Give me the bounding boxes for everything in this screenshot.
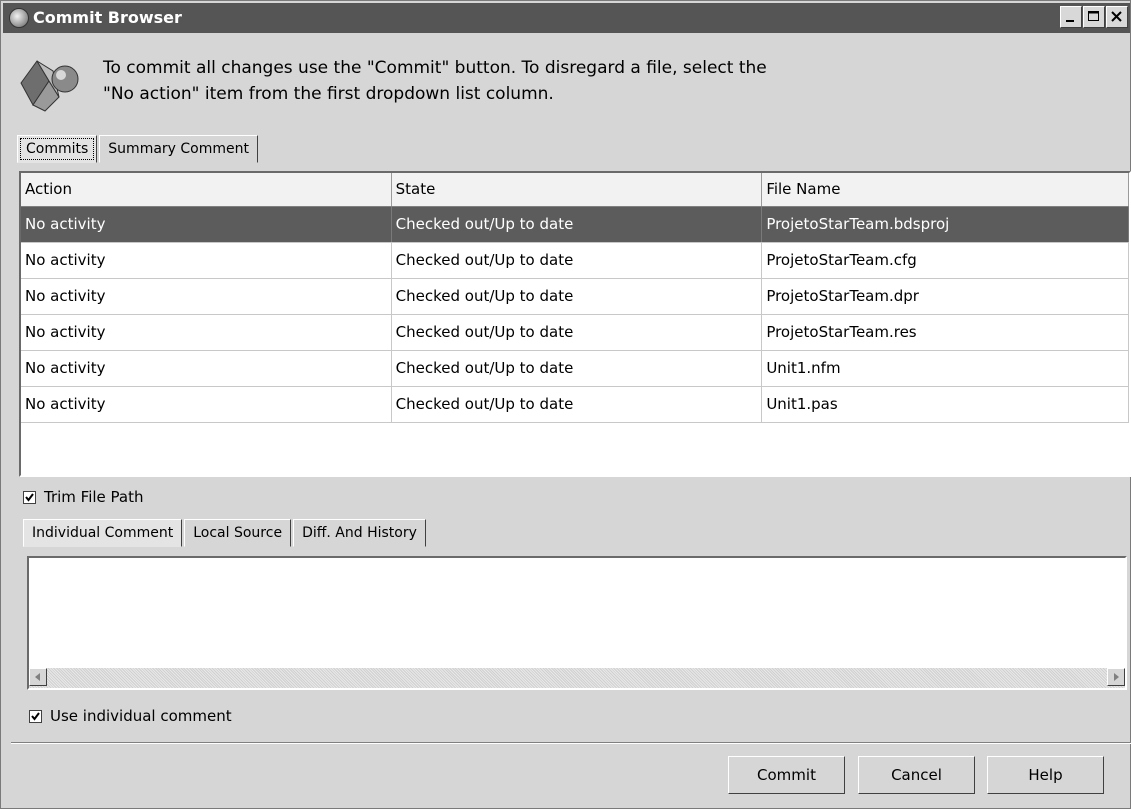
- use-individual-comment-label: Use individual comment: [50, 707, 232, 725]
- top-tab-bar: Commits Summary Comment: [17, 135, 260, 163]
- table-row[interactable]: No activity Checked out/Up to date Proje…: [21, 315, 1129, 351]
- divider: [11, 742, 1131, 744]
- row-state: Checked out/Up to date: [392, 315, 763, 350]
- maximize-icon: [1088, 11, 1099, 21]
- table-row[interactable]: No activity Checked out/Up to date Unit1…: [21, 351, 1129, 387]
- row-file-name: ProjetoStarTeam.dpr: [762, 279, 1129, 314]
- row-action[interactable]: No activity: [21, 315, 392, 350]
- row-file-name: Unit1.nfm: [762, 351, 1129, 386]
- row-state: Checked out/Up to date: [392, 351, 763, 386]
- table-row[interactable]: No activity Checked out/Up to date Proje…: [21, 207, 1129, 243]
- row-state: Checked out/Up to date: [392, 207, 763, 242]
- row-state: Checked out/Up to date: [392, 279, 763, 314]
- scroll-left-button[interactable]: [29, 668, 47, 686]
- column-header-action[interactable]: Action: [21, 173, 392, 206]
- table-row[interactable]: No activity Checked out/Up to date Proje…: [21, 243, 1129, 279]
- checkmark-icon: [31, 711, 40, 721]
- row-file-name: ProjetoStarTeam.res: [762, 315, 1129, 350]
- close-icon: [1111, 11, 1122, 22]
- tab-individual-comment[interactable]: Individual Comment: [23, 519, 183, 547]
- arrow-right-icon: [1114, 673, 1119, 681]
- close-button[interactable]: [1106, 6, 1128, 28]
- app-icon: [9, 8, 29, 28]
- maximize-button[interactable]: [1083, 6, 1105, 28]
- row-action[interactable]: No activity: [21, 243, 392, 278]
- row-action[interactable]: No activity: [21, 351, 392, 386]
- tab-local-source-label: Local Source: [193, 525, 283, 541]
- commit-button[interactable]: Commit: [728, 756, 845, 794]
- instruction-text: To commit all changes use the "Commit" b…: [103, 55, 1003, 107]
- tab-commits-label: Commits: [26, 141, 89, 157]
- column-header-state[interactable]: State: [392, 173, 763, 206]
- title-bar[interactable]: Commit Browser: [3, 3, 1130, 33]
- trim-file-path-box[interactable]: [23, 490, 36, 504]
- row-state: Checked out/Up to date: [392, 243, 763, 278]
- commit-browser-window: Commit Browser To commit all changes use…: [0, 0, 1131, 809]
- row-action[interactable]: No activity: [21, 387, 392, 422]
- bottom-tab-bar: Individual Comment Local Source Diff. An…: [23, 519, 428, 547]
- tab-diff-and-history[interactable]: Diff. And History: [293, 519, 426, 547]
- scroll-right-button[interactable]: [1107, 668, 1125, 686]
- tab-diff-and-history-label: Diff. And History: [302, 525, 417, 541]
- row-action[interactable]: No activity: [21, 279, 392, 314]
- row-file-name: Unit1.pas: [762, 387, 1129, 422]
- row-action[interactable]: No activity: [21, 207, 392, 242]
- tab-local-source[interactable]: Local Source: [184, 519, 292, 547]
- grid-header: Action State File Name: [21, 173, 1129, 207]
- horizontal-scrollbar[interactable]: [29, 668, 1125, 688]
- instruction-line-1: To commit all changes use the "Commit" b…: [103, 58, 767, 78]
- window-title: Commit Browser: [33, 8, 182, 27]
- row-file-name: ProjetoStarTeam.cfg: [762, 243, 1129, 278]
- tab-summary-comment-label: Summary Comment: [108, 141, 249, 157]
- tab-commits[interactable]: Commits: [17, 135, 98, 163]
- minimize-button[interactable]: [1060, 6, 1082, 28]
- instruction-line-2: "No action" item from the first dropdown…: [103, 84, 554, 104]
- minimize-icon: [1066, 20, 1074, 22]
- use-individual-comment-checkbox[interactable]: Use individual comment: [29, 707, 232, 725]
- use-individual-comment-box[interactable]: [29, 709, 42, 723]
- checkmark-icon: [25, 492, 34, 502]
- row-state: Checked out/Up to date: [392, 387, 763, 422]
- individual-comment-textarea[interactable]: [27, 556, 1127, 690]
- trim-file-path-checkbox[interactable]: Trim File Path: [23, 488, 144, 506]
- table-row[interactable]: No activity Checked out/Up to date Unit1…: [21, 387, 1129, 423]
- shapes-icon: [20, 60, 79, 112]
- help-button[interactable]: Help: [987, 756, 1104, 794]
- comment-text[interactable]: [29, 558, 1125, 666]
- column-header-file-name[interactable]: File Name: [762, 173, 1129, 206]
- trim-file-path-label: Trim File Path: [44, 488, 144, 506]
- table-row[interactable]: No activity Checked out/Up to date Proje…: [21, 279, 1129, 315]
- window-controls: [1059, 6, 1128, 28]
- cancel-button[interactable]: Cancel: [858, 756, 975, 794]
- commit-file-grid[interactable]: Action State File Name No activity Check…: [19, 171, 1131, 477]
- arrow-left-icon: [35, 673, 40, 681]
- tab-individual-comment-label: Individual Comment: [32, 525, 174, 541]
- row-file-name: ProjetoStarTeam.bdsproj: [762, 207, 1129, 242]
- tab-summary-comment[interactable]: Summary Comment: [99, 135, 258, 163]
